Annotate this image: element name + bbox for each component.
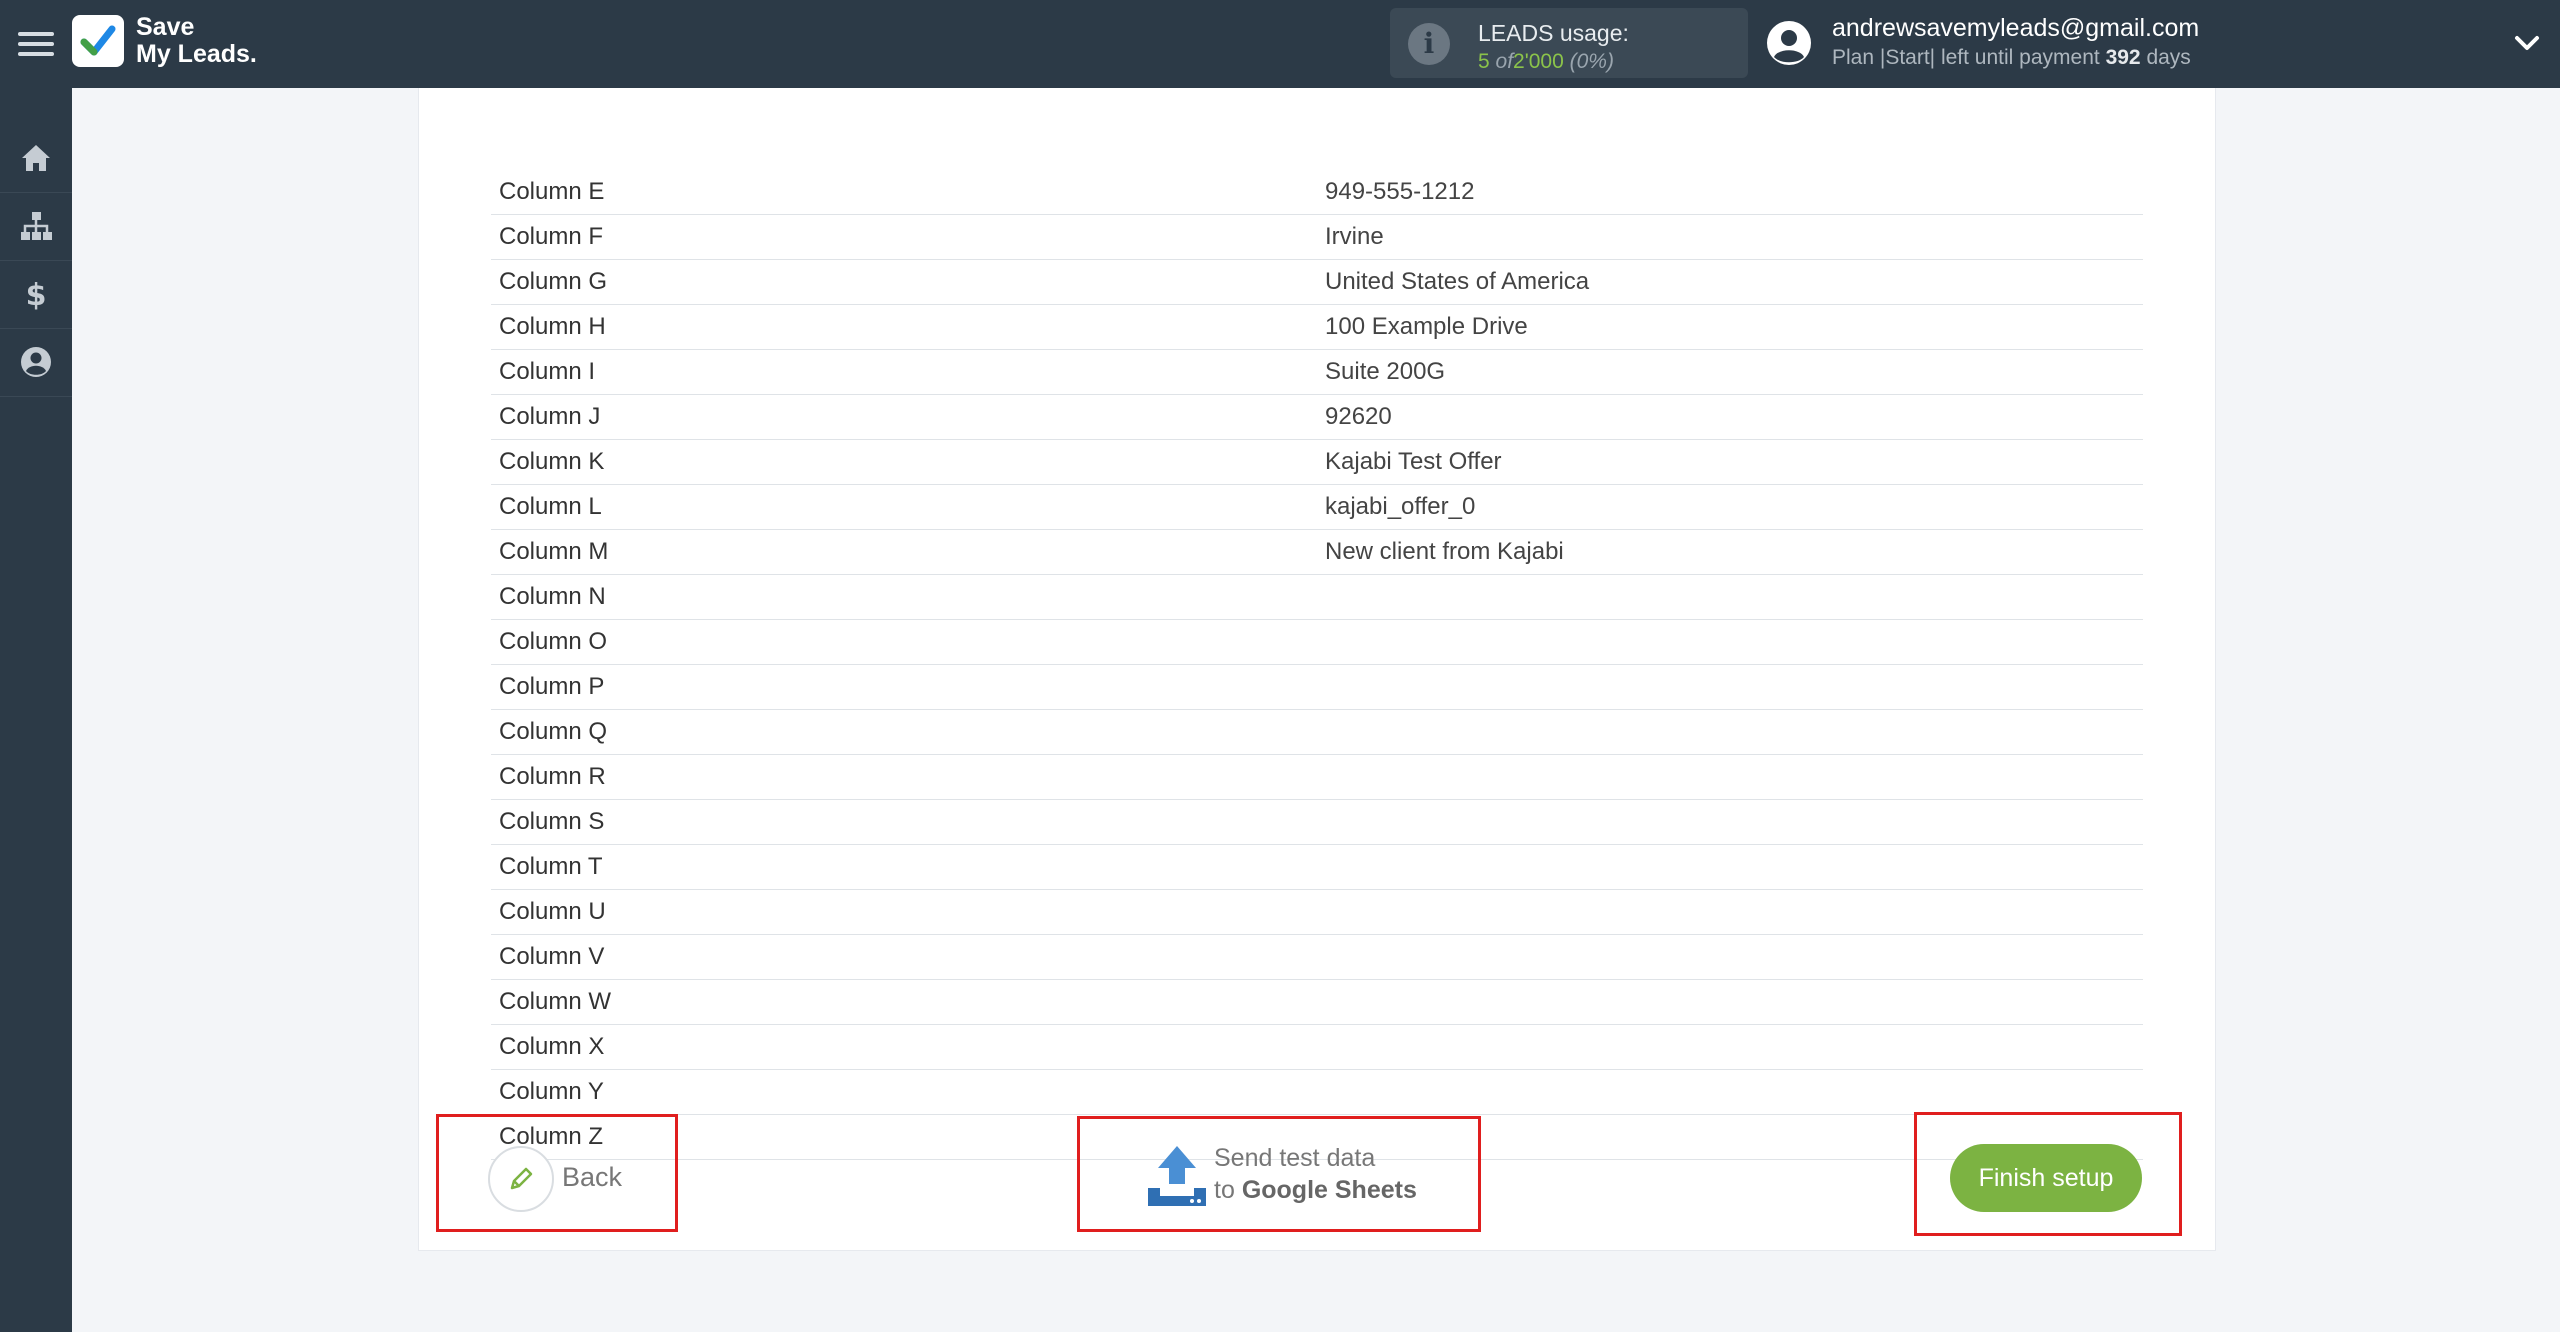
sidebar: $	[0, 88, 72, 1332]
column-value: kajabi_offer_0	[1325, 493, 1476, 520]
leads-used: 5	[1478, 50, 1490, 73]
svg-text:$: $	[26, 278, 47, 312]
logo-icon[interactable]	[72, 15, 124, 67]
table-row: Column Y	[491, 1070, 2143, 1115]
send-label-prefix: to	[1214, 1176, 1235, 1204]
leads-total: 2'000	[1513, 50, 1564, 73]
user-email[interactable]: andrewsavemyleads@gmail.com	[1832, 14, 2199, 43]
column-name: Column U	[499, 898, 606, 925]
table-row: Column O	[491, 620, 2143, 665]
send-label-line2: to Google Sheets	[1214, 1176, 1417, 1205]
column-name: Column L	[499, 493, 602, 520]
column-name: Column W	[499, 988, 612, 1015]
chevron-down-icon[interactable]	[2512, 28, 2542, 58]
back-button[interactable]: Back	[488, 1146, 688, 1212]
table-row: Column I Suite 200G	[491, 350, 2143, 395]
send-test-data-button[interactable]: Send test data to Google Sheets	[1146, 1140, 1446, 1220]
column-name: Column Y	[499, 1078, 604, 1105]
table-row: Column P	[491, 665, 2143, 710]
plan-text: Plan |Start| left until payment	[1832, 46, 2100, 69]
column-value: 949-555-1212	[1325, 178, 1475, 205]
table-row: Column J 92620	[491, 395, 2143, 440]
sidebar-item-connections[interactable]	[0, 192, 72, 261]
table-row: Column W	[491, 980, 2143, 1025]
back-label: Back	[562, 1162, 623, 1192]
column-name: Column H	[499, 313, 606, 340]
table-row: Column X	[491, 1025, 2143, 1070]
table-row: Column F Irvine	[491, 215, 2143, 260]
dollar-icon: $	[26, 278, 47, 312]
plan-info: Plan |Start| left until payment 392 days	[1832, 46, 2191, 70]
table-row: Column T	[491, 845, 2143, 890]
hamburger-menu-icon[interactable]	[18, 26, 54, 62]
table-row: Column K Kajabi Test Offer	[491, 440, 2143, 485]
top-bar: Save My Leads. i LEADS usage: 5 of2'000 …	[0, 0, 2560, 88]
logo-text[interactable]: Save My Leads.	[136, 14, 257, 68]
column-name: Column K	[499, 448, 605, 475]
column-name: Column F	[499, 223, 604, 250]
upload-icon	[1148, 1146, 1206, 1206]
leads-percent: (0%)	[1569, 50, 1614, 73]
column-name: Column R	[499, 763, 606, 790]
table-row: Column R	[491, 755, 2143, 800]
user-circle-icon	[21, 347, 51, 377]
table-row: Column U	[491, 890, 2143, 935]
table-row: Column L kajabi_offer_0	[491, 485, 2143, 530]
column-value: Suite 200G	[1325, 358, 1446, 385]
leads-of: of	[1495, 50, 1514, 73]
content-card: Column E 949-555-1212 Column F Irvine Column…	[418, 88, 2216, 1251]
column-name: Column G	[499, 268, 608, 295]
column-value: 100 Example Drive	[1325, 313, 1528, 340]
table-row: Column V	[491, 935, 2143, 980]
info-icon: i	[1408, 23, 1450, 65]
column-name: Column M	[499, 538, 609, 565]
column-name: Column J	[499, 403, 601, 430]
plan-days-suffix: days	[2146, 46, 2191, 69]
logo-line2: My Leads.	[136, 40, 257, 68]
table-row: Column S	[491, 800, 2143, 845]
sidebar-item-home[interactable]	[0, 124, 72, 193]
column-value: Irvine	[1325, 223, 1384, 250]
back-circle	[488, 1146, 554, 1212]
column-name: Column S	[499, 808, 605, 835]
column-name: Column X	[499, 1033, 605, 1060]
fields-table: Column E 949-555-1212 Column F Irvine Column…	[491, 170, 2143, 1160]
send-label-target: Google Sheets	[1241, 1176, 1417, 1204]
column-name: Column V	[499, 943, 605, 970]
leads-usage-panel: i LEADS usage: 5 of2'000 (0%)	[1390, 8, 1748, 78]
table-row: Column M New client from Kajabi	[491, 530, 2143, 575]
column-name: Column Q	[499, 718, 608, 745]
sidebar-item-profile[interactable]	[0, 328, 72, 397]
plan-days: 392	[2105, 46, 2141, 69]
column-name: Column T	[499, 853, 603, 880]
column-value: 92620	[1325, 403, 1392, 430]
table-row: Column H 100 Example Drive	[491, 305, 2143, 350]
finish-setup-button[interactable]: Finish setup	[1950, 1144, 2142, 1212]
sitemap-icon	[21, 212, 52, 240]
user-avatar-icon[interactable]	[1766, 20, 1812, 66]
send-label-line1: Send test data	[1214, 1144, 1376, 1172]
column-name: Column N	[499, 583, 606, 610]
table-row: Column Q	[491, 710, 2143, 755]
column-value: New client from Kajabi	[1325, 538, 1564, 565]
sidebar-item-billing[interactable]: $	[0, 260, 72, 329]
table-row: Column E 949-555-1212	[491, 170, 2143, 215]
column-name: Column P	[499, 673, 605, 700]
leads-usage-label: LEADS usage:	[1478, 20, 1629, 46]
leads-usage-count: 5 of2'000 (0%)	[1478, 50, 1614, 74]
column-name: Column O	[499, 628, 608, 655]
column-name: Column E	[499, 178, 605, 205]
table-row: Column G United States of America	[491, 260, 2143, 305]
column-value: Kajabi Test Offer	[1325, 448, 1502, 475]
table-row: Column N	[491, 575, 2143, 620]
pencil-icon	[510, 1167, 533, 1190]
logo-line1: Save	[136, 13, 195, 41]
home-icon	[22, 145, 50, 171]
column-name: Column I	[499, 358, 596, 385]
column-value: United States of America	[1325, 268, 1590, 295]
